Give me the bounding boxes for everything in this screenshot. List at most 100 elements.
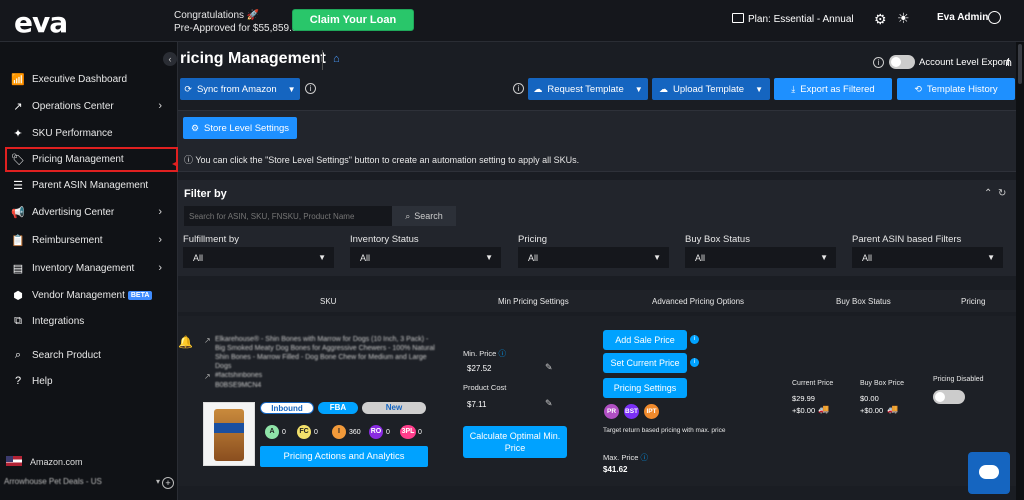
claim-loan-button[interactable]: Claim Your Loan bbox=[292, 9, 414, 31]
inbound-badge: Inbound bbox=[260, 402, 314, 414]
cloud-icon: ☁ bbox=[533, 83, 543, 94]
sidebar-item-sku-performance[interactable]: ✦ SKU Performance bbox=[10, 122, 176, 144]
account-export-toggle[interactable] bbox=[889, 55, 915, 69]
sync-from-amazon-button[interactable]: ⟳ Sync from Amazon ▼ bbox=[180, 78, 300, 100]
set-current-price-button[interactable]: Set Current Price bbox=[603, 353, 687, 373]
sidebar-item-label: Help bbox=[32, 375, 53, 387]
sidebar-item-advertising-center[interactable]: 📢 Advertising Center › bbox=[10, 201, 176, 223]
select-value: All bbox=[360, 252, 371, 263]
select-value: All bbox=[862, 252, 873, 263]
info-icon[interactable]: ⓘ bbox=[641, 453, 649, 462]
sidebar-item-operations-center[interactable]: ↗ Operations Center › bbox=[10, 95, 176, 117]
export-filtered-label: Export as Filtered bbox=[800, 83, 875, 95]
product-sku: B0BSE9MCN4 bbox=[215, 382, 262, 389]
scrollbar[interactable] bbox=[1016, 42, 1024, 500]
calculate-optimal-price-button[interactable]: Calculate Optimal Min. Price bbox=[463, 426, 567, 458]
sync-icon: ⟳ bbox=[184, 83, 192, 94]
sparkle-icon: ✦ bbox=[13, 127, 23, 140]
sidebar-item-reimbursement[interactable]: 📋 Reimbursement › bbox=[10, 229, 176, 251]
beta-badge: BETA bbox=[127, 290, 153, 300]
eva-logo[interactable]: eva bbox=[14, 6, 68, 39]
list-icon: ☰ bbox=[13, 179, 23, 192]
share-icon[interactable]: ⋔ bbox=[1004, 56, 1013, 69]
inbound-dot: I bbox=[332, 425, 346, 439]
available-count: 0 bbox=[282, 429, 286, 436]
scrollbar-thumb[interactable] bbox=[1018, 44, 1022, 84]
buybox-shipping-value: +$0.00 bbox=[860, 406, 884, 415]
request-template-label: Request Template bbox=[547, 83, 624, 95]
info-icon[interactable]: i bbox=[690, 335, 699, 344]
parent-asin-select[interactable]: All ▼ bbox=[852, 247, 1003, 268]
buybox-status-select[interactable]: All ▼ bbox=[685, 247, 836, 268]
fulfillment-select[interactable]: All ▼ bbox=[183, 247, 334, 268]
plan-indicator[interactable]: Plan: Essential - Annual bbox=[732, 13, 854, 25]
sidebar-item-vendor-management[interactable]: ⬢ Vendor Management BETA bbox=[10, 284, 176, 306]
store-level-settings-button[interactable]: ⚙ Store Level Settings bbox=[183, 117, 297, 139]
sidebar-item-parent-asin[interactable]: ☰ Parent ASIN Management bbox=[10, 174, 176, 196]
chevron-up-icon[interactable]: ⌃ bbox=[984, 188, 992, 199]
search-input[interactable] bbox=[184, 206, 392, 226]
available-dot: A bbox=[265, 425, 279, 439]
inventory-status-select[interactable]: All ▼ bbox=[350, 247, 501, 268]
bell-icon[interactable]: 🔔 bbox=[178, 335, 193, 349]
chevron-right-icon: › bbox=[158, 206, 162, 218]
collapse-sidebar-icon[interactable]: ‹ bbox=[163, 52, 177, 66]
refresh-icon[interactable]: ↻ bbox=[998, 188, 1006, 199]
sidebar-item-label: Inventory Management bbox=[32, 262, 135, 274]
loan-congrats: Congratulations 🚀 Pre-Approved for $55,8… bbox=[174, 9, 303, 35]
add-account-icon[interactable]: + bbox=[162, 477, 174, 489]
request-template-button[interactable]: ☁ Request Template ▼ bbox=[528, 78, 648, 100]
plan-icon bbox=[732, 13, 744, 23]
account-selector[interactable]: Arrowhouse Pet Deals - US ▾ bbox=[4, 477, 164, 486]
pricing-toggle[interactable] bbox=[933, 390, 965, 404]
pricing-settings-button[interactable]: Pricing Settings bbox=[603, 378, 687, 398]
chat-icon bbox=[979, 465, 999, 479]
gear-icon[interactable]: ⚙ bbox=[874, 11, 887, 28]
buybox-status-label: Buy Box Status bbox=[685, 234, 750, 245]
export-filtered-button[interactable]: ⤓ Export as Filtered bbox=[774, 78, 892, 100]
puzzle-icon: ⧉ bbox=[14, 314, 22, 327]
info-icon[interactable]: i bbox=[873, 57, 884, 68]
pricing-select[interactable]: All ▼ bbox=[518, 247, 669, 268]
truck-icon: 🚚 bbox=[887, 404, 899, 414]
current-price-value: $29.99 bbox=[792, 394, 815, 403]
sidebar-item-help[interactable]: ? Help bbox=[10, 370, 176, 392]
pricing-actions-button[interactable]: Pricing Actions and Analytics bbox=[260, 446, 428, 467]
chevron-right-icon: › bbox=[158, 234, 162, 246]
search-button[interactable]: ⌕ Search bbox=[392, 206, 456, 226]
sidebar-item-search-product[interactable]: ⌕ Search Product bbox=[10, 344, 176, 366]
pencil-icon[interactable]: ✎ bbox=[545, 362, 553, 373]
user-avatar-icon[interactable] bbox=[988, 11, 1001, 24]
fc-count: 0 bbox=[314, 429, 318, 436]
plan-label: Plan: Essential - Annual bbox=[748, 14, 854, 25]
sun-icon[interactable]: ☀ bbox=[897, 10, 910, 27]
info-icon[interactable]: i bbox=[513, 83, 524, 94]
current-price-label: Current Price bbox=[792, 380, 834, 387]
search-icon: ⌕ bbox=[405, 210, 411, 221]
info-icon[interactable]: i bbox=[305, 83, 316, 94]
user-name[interactable]: Eva Admin bbox=[937, 12, 988, 23]
sidebar-item-inventory-management[interactable]: ▤ Inventory Management › bbox=[10, 257, 176, 279]
template-history-button[interactable]: ⟲ Template History bbox=[897, 78, 1015, 100]
select-value: All bbox=[193, 252, 204, 263]
marketplace-selector[interactable]: Amazon.com bbox=[6, 456, 83, 467]
external-link-icon[interactable]: ↗ bbox=[204, 372, 211, 381]
column-header-pricing: Pricing bbox=[961, 297, 986, 306]
pricing-management-highlight bbox=[5, 147, 178, 172]
sidebar-item-label: Vendor Management bbox=[32, 289, 125, 301]
add-sale-price-button[interactable]: Add Sale Price bbox=[603, 330, 687, 350]
sidebar-item-label: Advertising Center bbox=[32, 206, 115, 218]
info-icon[interactable]: i bbox=[690, 358, 699, 367]
product-image[interactable] bbox=[203, 402, 255, 466]
external-link-icon[interactable]: ↗ bbox=[204, 336, 211, 345]
pencil-icon[interactable]: ✎ bbox=[545, 398, 553, 409]
upload-template-button[interactable]: ☁ Upload Template ▼ bbox=[652, 78, 770, 100]
truck-icon: 🚚 bbox=[818, 404, 830, 414]
3pl-count: 0 bbox=[418, 429, 422, 436]
product-title[interactable]: Elkarehouse® - Shin Bones with Marrow fo… bbox=[215, 335, 445, 371]
sidebar-item-integrations[interactable]: ⧉ Integrations bbox=[10, 310, 176, 332]
chat-button[interactable] bbox=[968, 452, 1010, 494]
info-icon[interactable]: ⓘ bbox=[498, 349, 506, 358]
sidebar-item-executive-dashboard[interactable]: 📶 Executive Dashboard bbox=[10, 68, 176, 90]
home-icon[interactable]: ⌂ bbox=[333, 53, 340, 65]
